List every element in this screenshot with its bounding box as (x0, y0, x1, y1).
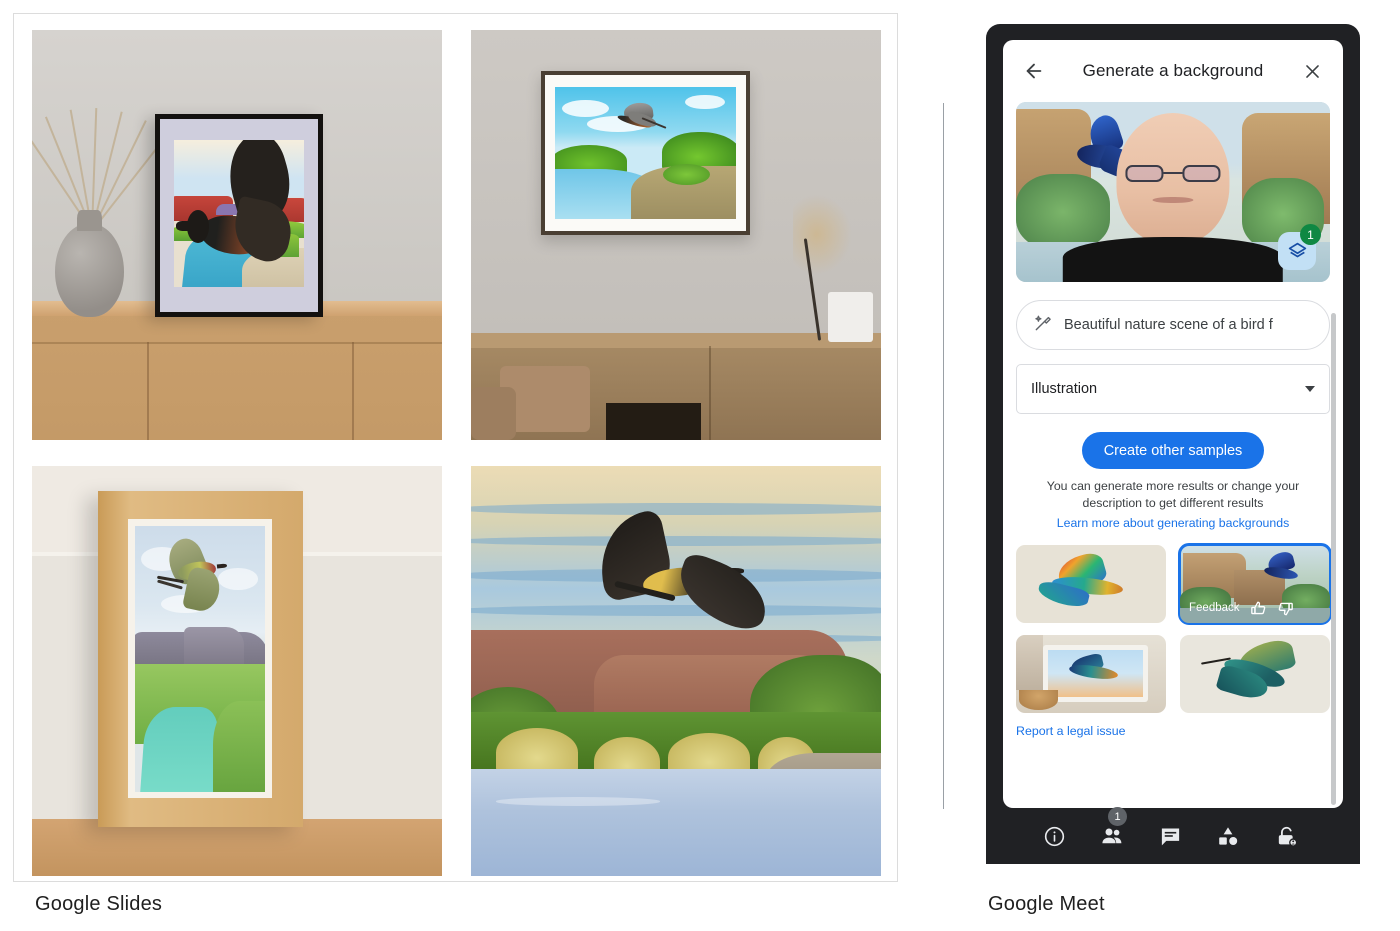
prompt-value: Beautiful nature scene of a bird f (1064, 317, 1273, 333)
ceramic-vase (54, 210, 125, 317)
cta-row: Create other samples (1016, 432, 1330, 469)
sample-thumbnail-canyon-bluebird[interactable]: Feedback (1178, 543, 1332, 626)
wood-floor (32, 818, 442, 876)
panel-scrollbar[interactable] (1331, 313, 1336, 805)
layers-badge-count: 1 (1300, 224, 1321, 245)
slide-image-1[interactable] (32, 30, 442, 440)
style-dropdown[interactable]: Illustration (1016, 364, 1330, 414)
caption-google-meet: Google Meet (988, 893, 1105, 915)
dark-wood-frame (540, 71, 750, 235)
screenshot-root: Google Slides Generate a background 1 Be… (0, 0, 1400, 931)
feedback-overlay: Feedback (1180, 593, 1330, 623)
self-video-preview[interactable]: 1 (1016, 102, 1330, 282)
slide-image-2[interactable] (471, 30, 881, 440)
caption-google-slides: Google Slides (35, 893, 163, 915)
sample-thumbnail-teal-hummingbird[interactable] (1180, 635, 1330, 714)
frame-mat (160, 119, 319, 312)
panel-title: Generate a background (1082, 61, 1264, 80)
cushion (471, 386, 517, 440)
slides-image-grid (32, 30, 881, 876)
white-pot (827, 292, 873, 342)
thumb-up-icon[interactable] (1250, 600, 1267, 617)
people-icon[interactable]: 1 (1099, 807, 1127, 849)
sample-thumbnail-painting-on-tablet[interactable] (1016, 635, 1166, 714)
helper-text: You can generate more results or change … (1046, 479, 1300, 511)
generate-background-panel: Generate a background 1 Beautiful nature… (1003, 40, 1343, 808)
helper-text-block: You can generate more results or change … (1016, 478, 1330, 532)
bird-illustration (156, 534, 232, 627)
sideboard-seam (32, 342, 442, 345)
sideboard-divider (351, 342, 354, 440)
feedback-label: Feedback (1189, 602, 1240, 615)
participant-avatar (1063, 109, 1283, 282)
artwork-desert-river (134, 525, 266, 792)
light-oak-frame (97, 490, 303, 827)
bench-shadow (606, 403, 701, 440)
vertical-divider (943, 103, 944, 809)
sideboard-divider (146, 342, 149, 440)
black-picture-frame (155, 114, 324, 317)
sample-thumbnail-rainbow-bird[interactable] (1016, 545, 1166, 624)
prompt-input[interactable]: Beautiful nature scene of a bird f (1016, 300, 1330, 350)
slide-image-3[interactable] (32, 466, 442, 876)
artwork-river-greenery (554, 87, 736, 219)
style-value: Illustration (1031, 381, 1098, 397)
bird-illustration (604, 101, 676, 145)
frame-mat (544, 75, 746, 231)
thumb-down-icon[interactable] (1277, 600, 1294, 617)
layers-icon[interactable]: 1 (1278, 224, 1321, 270)
chat-icon[interactable] (1157, 823, 1183, 849)
learn-more-link[interactable]: Learn more about generating backgrounds (1022, 515, 1324, 532)
bird-illustration (174, 139, 300, 266)
people-badge-count: 1 (1108, 807, 1127, 826)
google-meet-window: Generate a background 1 Beautiful nature… (986, 24, 1360, 864)
magic-wand-icon (1033, 313, 1053, 338)
bird-illustration (578, 508, 783, 654)
report-legal-issue-link[interactable]: Report a legal issue (1016, 724, 1126, 738)
close-icon[interactable] (1295, 54, 1329, 88)
panel-body: Beautiful nature scene of a bird f Illus… (1003, 300, 1343, 740)
activities-icon[interactable] (1215, 823, 1241, 849)
slide-image-4[interactable] (471, 466, 881, 876)
google-slides-panel (13, 13, 898, 882)
artwork-bird-over-canyon (471, 466, 881, 876)
scrollbar-thumb[interactable] (1331, 313, 1336, 805)
artwork-canyon-river (174, 139, 304, 287)
host-controls-icon[interactable] (1273, 823, 1299, 849)
frame-mat (128, 519, 272, 799)
meeting-details-icon[interactable] (1041, 823, 1067, 849)
chevron-down-icon (1305, 386, 1315, 392)
arrow-back-icon[interactable] (1017, 54, 1051, 88)
sideboard (32, 300, 442, 440)
create-other-samples-button[interactable]: Create other samples (1081, 432, 1265, 469)
panel-header: Generate a background (1003, 40, 1343, 102)
sample-thumbnails: Feedback (1016, 543, 1332, 714)
glasses-icon (1125, 165, 1221, 183)
meet-bottom-toolbar: 1 (986, 807, 1360, 864)
